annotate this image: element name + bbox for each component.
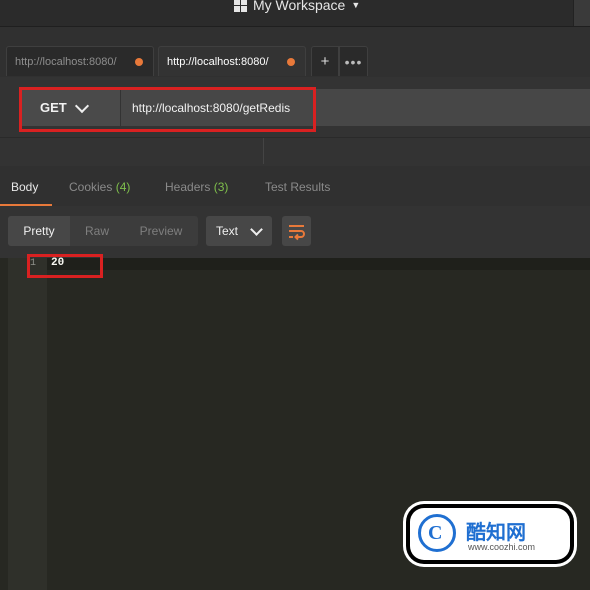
more-tabs-button[interactable]: ••• <box>339 46 368 76</box>
tab-test-results[interactable]: Test Results <box>265 180 330 194</box>
workspace-grid-icon <box>234 0 247 12</box>
highlight-box <box>19 87 316 132</box>
watermark-title: 酷知网 <box>466 520 526 544</box>
pretty-button[interactable]: Pretty <box>8 216 70 246</box>
tab-label: Headers <box>165 180 211 194</box>
active-line <box>47 258 590 270</box>
unsaved-dot-icon <box>287 58 295 66</box>
format-label: Text <box>216 224 239 238</box>
workspace-switcher[interactable]: My Workspace ▼ <box>234 0 360 15</box>
wrap-icon <box>289 225 305 241</box>
wrap-lines-button[interactable] <box>282 216 311 246</box>
tab-label: Test Results <box>265 180 331 194</box>
unsaved-dot-icon <box>135 58 143 66</box>
workspace-label: My Workspace <box>253 0 346 13</box>
tab-title: http://localhost:8080/ <box>15 55 117 68</box>
preview-button[interactable]: Preview <box>124 216 198 246</box>
caret-down-icon: ▼ <box>351 0 361 10</box>
tab-body[interactable]: Body <box>11 180 38 194</box>
tab-label: Body <box>11 180 39 194</box>
request-tab-active[interactable]: http://localhost:8080/ <box>158 46 306 76</box>
tab-headers[interactable]: Headers (3) <box>165 180 228 194</box>
window-control[interactable] <box>573 0 590 26</box>
tab-count: (3) <box>213 180 229 194</box>
tab-cookies[interactable]: Cookies (4) <box>69 180 130 194</box>
tab-title: http://localhost:8080/ <box>167 55 269 68</box>
line-gutter <box>8 258 47 590</box>
watermark-logo-letter: C <box>428 522 443 544</box>
chevron-down-icon <box>250 223 263 236</box>
watermark-url: www.coozhi.com <box>468 542 536 552</box>
tab-label: Cookies <box>69 180 113 194</box>
divider <box>263 138 264 164</box>
new-tab-button[interactable]: + <box>311 46 339 76</box>
request-subbar <box>0 137 590 167</box>
highlight-box <box>27 254 103 278</box>
tab-count: (4) <box>115 180 131 194</box>
request-tab[interactable]: http://localhost:8080/ <box>6 46 154 76</box>
raw-button[interactable]: Raw <box>70 216 124 246</box>
format-select[interactable]: Text <box>206 216 272 246</box>
